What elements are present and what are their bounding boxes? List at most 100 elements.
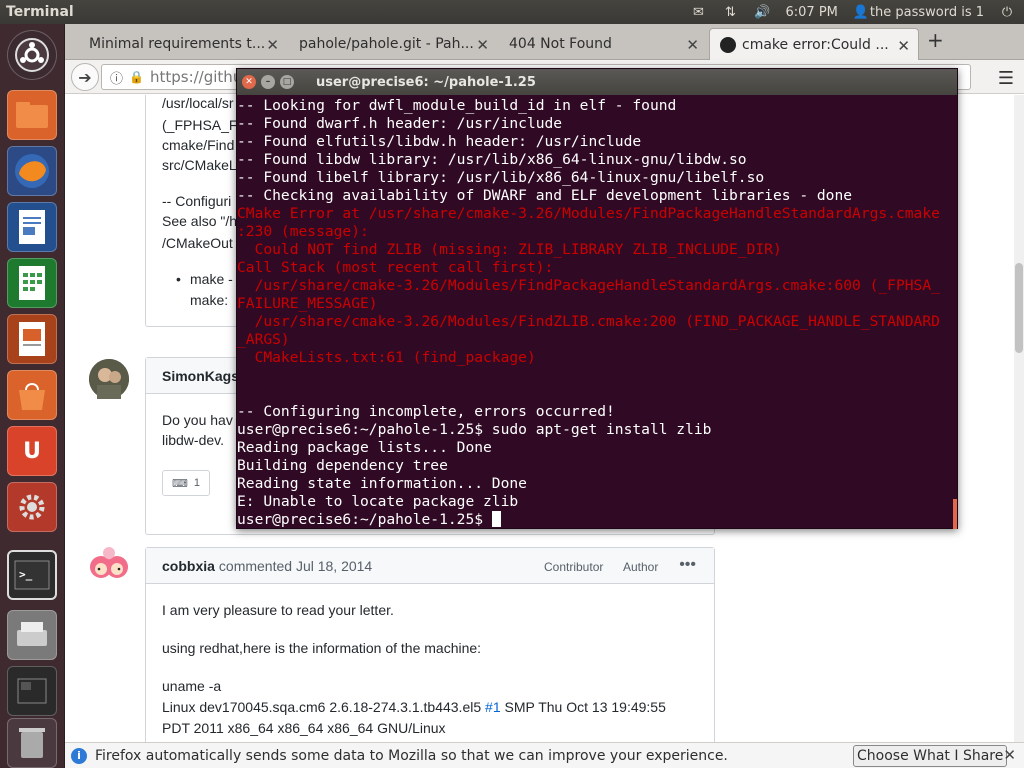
terminal-line: -- Looking for dwfl_module_build_id in e… bbox=[237, 97, 677, 114]
keyboard-icon: ⌨ bbox=[171, 477, 188, 490]
text-line: (_FPHSA_F bbox=[162, 117, 238, 133]
terminal-line: -- Found dwarf.h header: /usr/include bbox=[237, 115, 563, 132]
clock[interactable]: 6:07 PM bbox=[786, 5, 838, 20]
comment-author[interactable]: SimonKags bbox=[162, 368, 239, 384]
tab-cmake-error[interactable]: cmake error:Could ... ✕ bbox=[709, 28, 919, 60]
mail-icon[interactable]: ✉ bbox=[690, 5, 708, 20]
choose-what-i-share-button[interactable]: Choose What I Share bbox=[853, 745, 1008, 767]
terminal-line: FAILURE_MESSAGE) bbox=[237, 295, 378, 312]
close-icon[interactable]: ✕ bbox=[266, 36, 279, 54]
info-icon[interactable]: ⓘ bbox=[110, 68, 123, 87]
text-line: make - bbox=[190, 271, 233, 287]
comment-timestamp[interactable]: commented Jul 18, 2014 bbox=[219, 558, 372, 574]
url-text: https://githu bbox=[149, 68, 243, 86]
issue-link[interactable]: #1 bbox=[485, 699, 501, 715]
terminal-line: Reading state information... Done bbox=[237, 475, 527, 492]
page-scrollbar[interactable] bbox=[1014, 95, 1024, 742]
close-icon[interactable]: ✕ bbox=[686, 36, 699, 54]
minimize-icon[interactable]: – bbox=[261, 75, 275, 89]
text-line: /CMakeOut bbox=[162, 235, 233, 251]
comment-paragraph: using redhat,here is the information of … bbox=[162, 640, 482, 656]
comment-paragraph: uname -a bbox=[162, 678, 222, 694]
text-line: make: bbox=[190, 292, 229, 308]
new-tab-icon[interactable]: + bbox=[927, 28, 944, 52]
back-arrow-icon: ➔ bbox=[78, 67, 92, 87]
text-line: src/CMakeL bbox=[162, 157, 237, 173]
close-icon[interactable]: ✕ bbox=[1003, 746, 1016, 764]
terminal-output[interactable]: -- Looking for dwfl_module_build_id in e… bbox=[237, 97, 957, 529]
trash-icon[interactable] bbox=[7, 718, 57, 768]
tab-minimal-requirements[interactable]: Minimal requirements t... ✕ bbox=[79, 28, 287, 60]
terminal-line: /usr/share/cmake-3.26/Modules/FindPackag… bbox=[237, 277, 940, 294]
ubuntu-one-icon[interactable]: U bbox=[7, 426, 57, 476]
terminal-line: -- Found elfutils/libdw.h header: /usr/i… bbox=[237, 133, 642, 150]
terminal-icon[interactable]: >_ bbox=[7, 550, 57, 600]
user-menu[interactable]: 👤the password is 1 bbox=[852, 5, 984, 20]
back-button[interactable]: ➔ bbox=[71, 63, 99, 91]
firefox-icon[interactable] bbox=[7, 146, 57, 196]
close-icon[interactable]: ✕ bbox=[476, 36, 489, 54]
volume-icon[interactable]: 🔊 bbox=[754, 5, 772, 20]
terminal-window[interactable]: ✕ – □ user@precise6: ~/pahole-1.25 -- Lo… bbox=[236, 68, 958, 529]
comment-header: cobbxia commented Jul 18, 2014 Contribut… bbox=[146, 548, 714, 584]
scanner-icon[interactable] bbox=[7, 610, 57, 660]
avatar[interactable] bbox=[87, 543, 131, 587]
software-center-icon[interactable] bbox=[7, 370, 57, 420]
settings-icon[interactable] bbox=[7, 482, 57, 532]
terminal-line: -- Configuring incomplete, errors occurr… bbox=[237, 403, 615, 420]
close-icon[interactable]: ✕ bbox=[242, 75, 256, 89]
text-line: /usr/local/sr bbox=[162, 95, 234, 111]
contributor-label: Contributor bbox=[544, 560, 604, 574]
scrollbar-thumb[interactable] bbox=[1015, 263, 1023, 353]
writer-icon[interactable] bbox=[7, 202, 57, 252]
launcher: U >_ bbox=[0, 24, 65, 768]
close-icon[interactable]: ✕ bbox=[897, 37, 910, 55]
tab-label: cmake error:Could ... bbox=[742, 36, 889, 53]
tab-404[interactable]: 404 Not Found ✕ bbox=[499, 28, 707, 60]
text-line: See also "/h bbox=[162, 213, 238, 229]
terminal-line: Building dependency tree bbox=[237, 457, 448, 474]
dash-icon[interactable] bbox=[7, 30, 57, 80]
tab-label: Minimal requirements t... bbox=[89, 36, 266, 52]
app-title: Terminal bbox=[6, 4, 74, 20]
terminal-line: :230 (message): bbox=[237, 223, 369, 240]
tab-bar: Minimal requirements t... ✕ pahole/pahol… bbox=[65, 24, 1024, 60]
svg-text:>_: >_ bbox=[19, 568, 33, 581]
power-icon[interactable]: ⏻ bbox=[998, 5, 1016, 20]
maximize-icon[interactable]: □ bbox=[280, 75, 294, 89]
workspaces-icon[interactable] bbox=[7, 666, 57, 716]
reaction-button[interactable]: ⌨ 1 bbox=[162, 470, 210, 496]
comment-paragraph: I am very pleasure to read your letter. bbox=[162, 602, 394, 618]
terminal-prompt: user@precise6:~/pahole-1.25$ bbox=[237, 511, 492, 528]
comment-author[interactable]: cobbxia bbox=[162, 558, 215, 574]
terminal-titlebar[interactable]: ✕ – □ user@precise6: ~/pahole-1.25 bbox=[237, 69, 957, 95]
notification-bar: i Firefox automatically sends some data … bbox=[65, 742, 1024, 768]
avatar[interactable] bbox=[89, 359, 129, 399]
top-panel: Terminal ✉ ⇅ 🔊 6:07 PM 👤the password is … bbox=[0, 0, 1024, 24]
network-icon[interactable]: ⇅ bbox=[722, 5, 740, 20]
terminal-scrollbar[interactable] bbox=[953, 499, 957, 529]
tab-label: pahole/pahole.git - Pah... bbox=[299, 36, 474, 52]
reaction-count: 1 bbox=[193, 477, 200, 489]
indicator-area: ✉ ⇅ 🔊 6:07 PM 👤the password is 1 ⏻ bbox=[690, 5, 1024, 20]
calc-icon[interactable] bbox=[7, 258, 57, 308]
files-icon[interactable] bbox=[7, 90, 57, 140]
text-line: -- Configuri bbox=[162, 193, 232, 209]
comment-paragraph: PDT 2011 x86_64 x86_64 x86_64 GNU/Linux bbox=[162, 720, 446, 736]
tab-pahole-git[interactable]: pahole/pahole.git - Pah... ✕ bbox=[289, 28, 497, 60]
hamburger-menu-icon[interactable]: ☰ bbox=[998, 68, 1014, 89]
terminal-line: CMakeLists.txt:61 (find_package) bbox=[237, 349, 536, 366]
comment-text: libdw-dev. bbox=[162, 432, 224, 448]
tab-label: 404 Not Found bbox=[509, 36, 612, 52]
info-icon: i bbox=[71, 747, 87, 764]
terminal-cursor bbox=[491, 511, 501, 527]
terminal-line: -- Found libdw library: /usr/lib/x86_64-… bbox=[237, 151, 747, 168]
terminal-line: Could NOT find ZLIB (missing: ZLIB_LIBRA… bbox=[237, 241, 782, 258]
terminal-line: -- Found libelf library: /usr/lib/x86_64… bbox=[237, 169, 765, 186]
terminal-line: -- Checking availability of DWARF and EL… bbox=[237, 187, 853, 204]
impress-icon[interactable] bbox=[7, 314, 57, 364]
bullet-icon: • bbox=[176, 271, 181, 287]
more-options-icon[interactable]: ••• bbox=[679, 556, 696, 574]
